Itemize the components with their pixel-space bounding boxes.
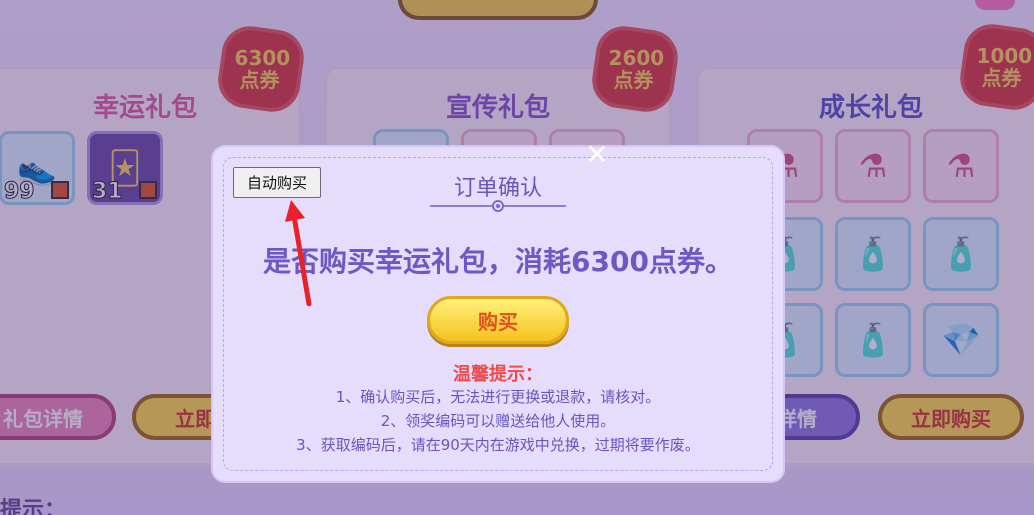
- tip-line: 1、确认购买后，无法进行更换或退款，请核对。: [335, 388, 661, 406]
- tips-title: 温馨提示：: [453, 364, 543, 385]
- tip-line: 3、获取编码后，请在90天内在游戏中兑换，过期将要作废。: [296, 436, 700, 454]
- annotation-arrow-icon: [285, 200, 312, 306]
- close-icon[interactable]: ✕: [582, 140, 612, 170]
- confirm-buy-button[interactable]: 购买: [427, 296, 569, 344]
- title-divider-dot: [492, 200, 504, 212]
- dialog-title: 订单确认: [453, 176, 542, 201]
- auto-buy-button[interactable]: 自动购买: [233, 167, 321, 198]
- tip-line: 2、领奖编码可以赠送给他人使用。: [380, 412, 616, 430]
